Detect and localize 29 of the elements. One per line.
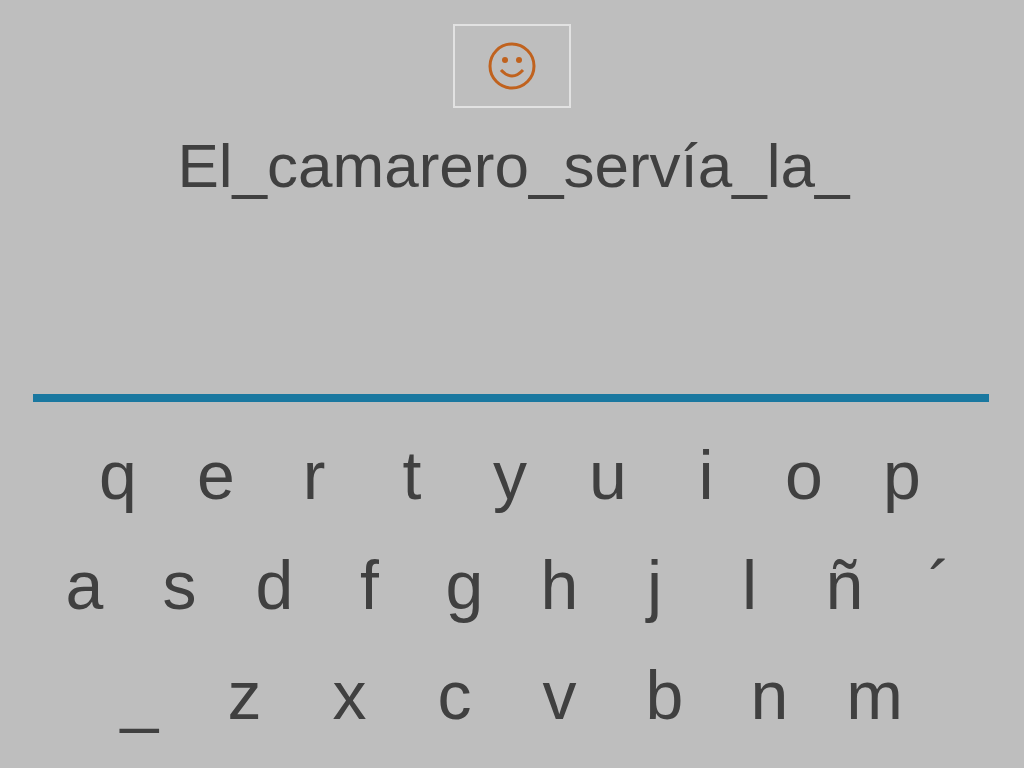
letter-key[interactable]: m — [822, 655, 927, 735]
letter-key[interactable]: d — [227, 545, 322, 625]
letter-key[interactable]: c — [402, 655, 507, 735]
letter-key[interactable]: n — [717, 655, 822, 735]
letter-key[interactable]: b — [612, 655, 717, 735]
letter-key[interactable]: r — [265, 435, 363, 515]
letter-key[interactable]: g — [417, 545, 512, 625]
letter-key[interactable]: s — [132, 545, 227, 625]
letter-key[interactable]: u — [559, 435, 657, 515]
letter-key[interactable]: j — [607, 545, 702, 625]
letter-key[interactable]: a — [37, 545, 132, 625]
letter-key[interactable]: ´ — [892, 545, 987, 625]
letter-key[interactable]: p — [853, 435, 951, 515]
letter-key[interactable]: h — [512, 545, 607, 625]
sentence-text: El_camarero_servía_la_ — [177, 130, 850, 202]
letter-key[interactable]: i — [657, 435, 755, 515]
letter-key[interactable]: y — [461, 435, 559, 515]
letter-key[interactable]: _ — [87, 655, 192, 735]
letter-key[interactable]: z — [192, 655, 297, 735]
letter-key[interactable]: v — [507, 655, 612, 735]
letter-key[interactable]: f — [322, 545, 417, 625]
smiley-icon — [487, 41, 537, 91]
letter-key[interactable]: q — [69, 435, 167, 515]
letter-key[interactable]: l — [702, 545, 797, 625]
letter-key[interactable]: x — [297, 655, 402, 735]
letter-key[interactable]: o — [755, 435, 853, 515]
letter-key[interactable]: ñ — [797, 545, 892, 625]
letter-key[interactable]: e — [167, 435, 265, 515]
letter-key[interactable]: t — [363, 435, 461, 515]
